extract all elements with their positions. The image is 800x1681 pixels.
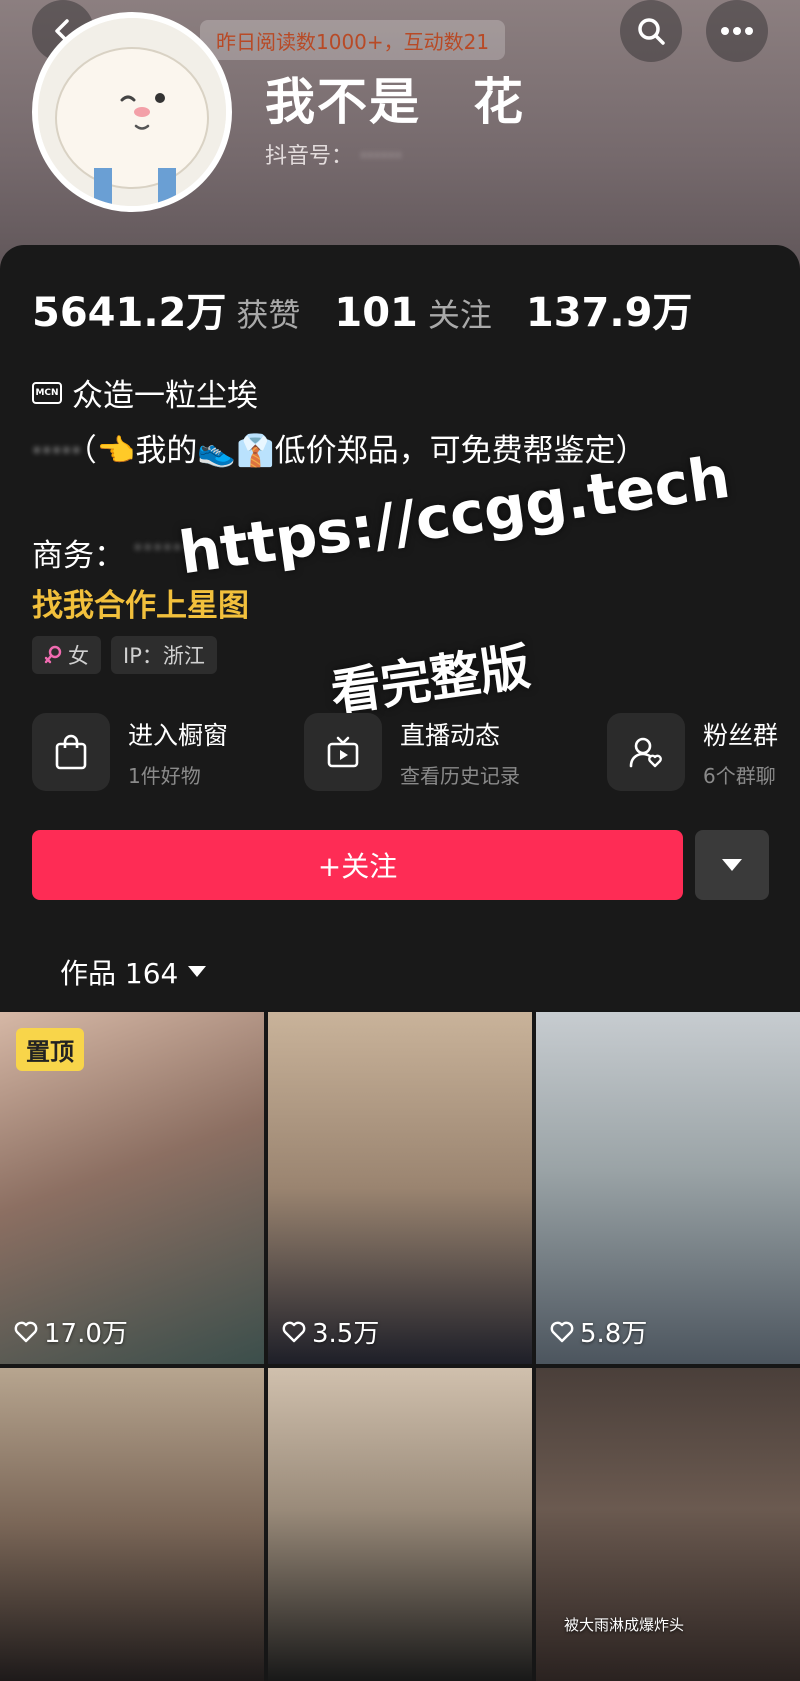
video-thumbnail-4[interactable]	[0, 1368, 264, 1681]
avatar[interactable]	[32, 12, 232, 212]
search-button[interactable]	[620, 0, 682, 62]
heart-icon	[550, 1321, 574, 1342]
follow-more-button[interactable]	[695, 830, 769, 900]
stats-row: 5641.2万 获赞 101 关注 137.9万	[32, 280, 736, 338]
star-map-link[interactable]: 找我合作上星图	[32, 580, 249, 625]
like-count-text: 3.5万	[312, 1319, 380, 1349]
mcn-name: 众造一粒尘埃	[72, 378, 258, 414]
pinned-badge: 置顶	[16, 1028, 84, 1071]
heart-icon	[282, 1321, 306, 1342]
fans-group-entry[interactable]: 粉丝群 6个群聊	[607, 713, 778, 791]
ip-location-tag: IP：浙江	[111, 636, 217, 674]
live-history-entry[interactable]: 直播动态 查看历史记录	[304, 713, 520, 791]
likes-count[interactable]: 5641.2万	[32, 280, 226, 338]
search-icon	[638, 18, 665, 45]
video-thumbnail-5[interactable]	[268, 1368, 532, 1681]
avatar-illustration	[38, 18, 226, 206]
works-tab[interactable]: 作品 164	[60, 952, 207, 992]
follow-button[interactable]: +关注	[32, 830, 683, 900]
video-thumbnail-2[interactable]: 3.5万	[268, 1012, 532, 1364]
more-dots-icon	[721, 27, 753, 35]
fans-group-icon	[607, 713, 685, 791]
video-like-count: 5.8万	[550, 1313, 647, 1350]
fans-group-subtitle: 6个群聊	[703, 763, 776, 788]
followers-count[interactable]: 137.9万	[526, 280, 693, 338]
bio-text: （👈我的👟👔低价郑品，可免费帮鉴定）	[81, 433, 647, 469]
video-thumbnail-6[interactable]: 被大雨淋成爆炸头	[536, 1368, 800, 1681]
profile-tags: 女 IP：浙江	[32, 636, 227, 674]
likes-label: 获赞	[236, 296, 301, 334]
following-label: 关注	[427, 296, 492, 334]
female-icon	[44, 645, 62, 664]
tv-icon	[304, 713, 382, 791]
gender-tag: 女	[32, 636, 101, 674]
shopping-bag-icon	[32, 713, 110, 791]
heart-icon	[14, 1321, 38, 1342]
like-count-text: 5.8万	[580, 1319, 648, 1349]
yesterday-stats-notice: 昨日阅读数1000+，互动数21	[200, 20, 506, 60]
more-options-button[interactable]	[706, 0, 768, 62]
following-count[interactable]: 101	[334, 290, 418, 336]
notice-text: 昨日阅读数1000+，互动数21	[216, 29, 490, 54]
live-history-title: 直播动态	[400, 720, 501, 750]
douyin-id-value: ······	[360, 144, 402, 169]
business-label: 商务：	[32, 538, 125, 574]
shop-window-title: 进入橱窗	[128, 720, 229, 750]
live-history-subtitle: 查看历史记录	[400, 763, 520, 788]
shop-window-subtitle: 1件好物	[128, 763, 201, 788]
nickname: 我不是 花	[265, 73, 525, 131]
video-caption: 被大雨淋成爆炸头	[564, 1616, 685, 1634]
fans-group-title: 粉丝群	[703, 720, 779, 750]
video-like-count: 17.0万	[14, 1313, 128, 1350]
works-tab-label: 作品 164	[60, 957, 179, 990]
douyin-id: 抖音号： ······	[265, 138, 402, 170]
video-like-count: 3.5万	[282, 1313, 379, 1350]
caret-down-icon	[188, 966, 207, 977]
mcn-badge: MCN	[32, 381, 62, 404]
shop-window-entry[interactable]: 进入橱窗 1件好物	[32, 713, 228, 791]
video-thumbnail-1[interactable]: 置顶 17.0万	[0, 1012, 264, 1364]
like-count-text: 17.0万	[44, 1319, 128, 1349]
caret-down-icon	[722, 859, 742, 871]
ip-location-label: IP：浙江	[123, 644, 205, 668]
gender-tag-label: 女	[68, 644, 89, 668]
douyin-id-label: 抖音号：	[265, 144, 354, 169]
bio-hidden-text: ·····	[32, 433, 82, 469]
video-thumbnail-3[interactable]: 5.8万	[536, 1012, 800, 1364]
mcn-row[interactable]: MCN 众造一粒尘埃	[32, 370, 258, 415]
